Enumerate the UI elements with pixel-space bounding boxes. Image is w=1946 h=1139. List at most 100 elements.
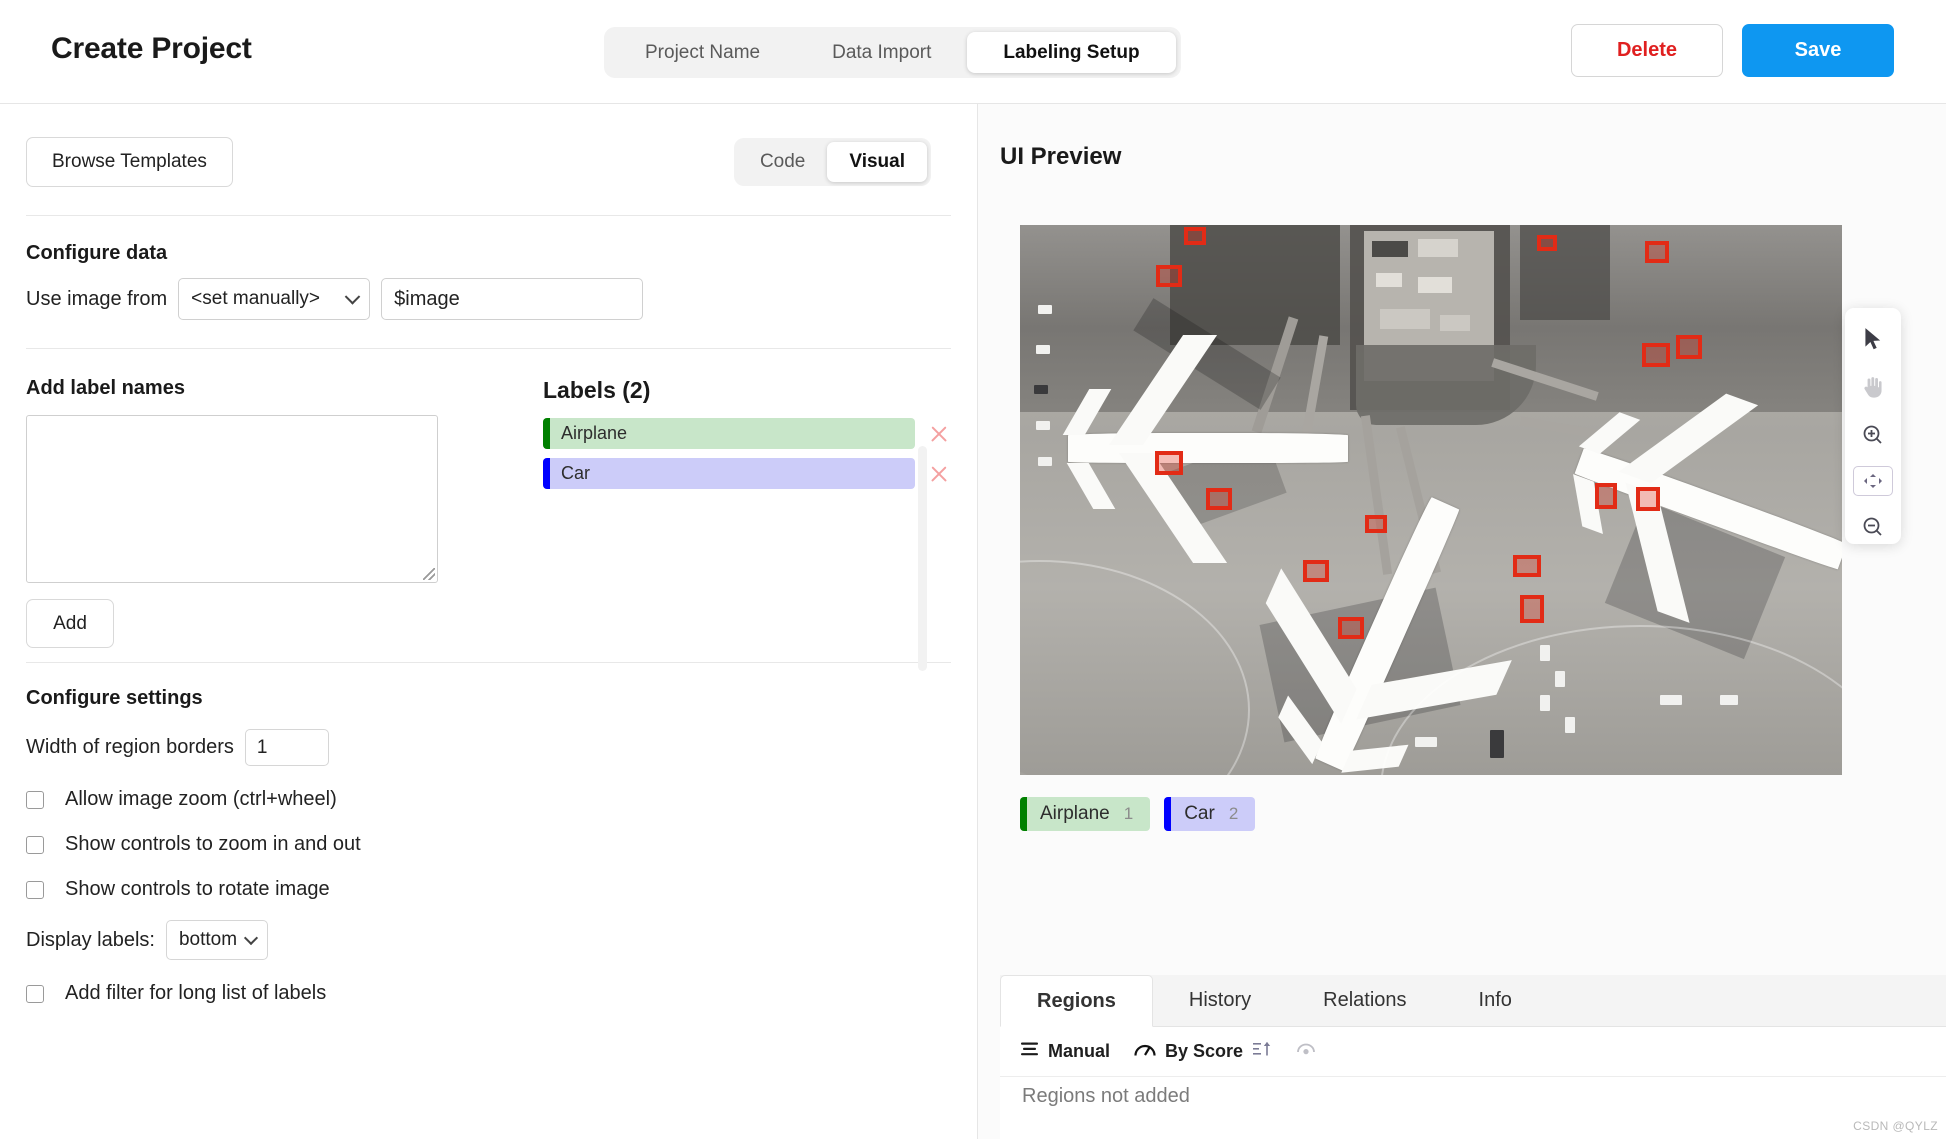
image-toolbar xyxy=(1845,308,1901,544)
browse-templates-button[interactable]: Browse Templates xyxy=(26,137,233,187)
red-marker xyxy=(1595,483,1617,509)
badge-color-swatch xyxy=(1164,797,1172,831)
save-button[interactable]: Save xyxy=(1742,24,1894,77)
badge-hotkey: 1 xyxy=(1123,804,1134,823)
hand-icon[interactable] xyxy=(1856,370,1890,404)
checkbox-add-filter-label: Add filter for long list of labels xyxy=(65,982,327,1004)
red-marker xyxy=(1303,560,1329,582)
label-names-textarea[interactable] xyxy=(26,415,438,583)
image-source-select[interactable]: <set manually> xyxy=(178,278,371,320)
checkbox-row-rotate-controls: Show controls to rotate image xyxy=(26,878,951,901)
checkbox-allow-image-zoom[interactable] xyxy=(26,790,44,809)
display-labels-value: bottom xyxy=(178,929,238,950)
red-marker xyxy=(1642,343,1670,367)
badge-hotkey: 2 xyxy=(1228,804,1239,823)
tab-info[interactable]: Info xyxy=(1443,974,1548,1026)
label-chip-car[interactable]: Car xyxy=(543,458,915,489)
toggle-option-code[interactable]: Code xyxy=(738,142,827,182)
remove-label-car-icon[interactable] xyxy=(927,462,951,486)
wing-upper xyxy=(1265,568,1357,724)
region-border-label: Width of region borders xyxy=(26,736,234,758)
tab-labeling-setup[interactable]: Labeling Setup xyxy=(967,32,1176,73)
fit-to-screen-icon[interactable] xyxy=(1853,466,1893,496)
delete-button[interactable]: Delete xyxy=(1571,24,1723,77)
label-color-swatch xyxy=(543,418,550,449)
sort-by-score-label: By Score xyxy=(1165,1041,1244,1061)
tab-history[interactable]: History xyxy=(1153,974,1287,1026)
sort-by-score-button[interactable]: By Score xyxy=(1134,1040,1272,1063)
sort-manual-label: Manual xyxy=(1048,1041,1111,1061)
templates-row: Browse Templates Code Visual xyxy=(26,104,951,187)
zoom-out-icon[interactable] xyxy=(1856,510,1890,544)
red-marker xyxy=(1513,555,1541,577)
image-value-input[interactable]: $image xyxy=(381,278,644,320)
cursor-icon[interactable] xyxy=(1856,322,1890,356)
red-marker xyxy=(1156,265,1182,287)
roof-unit xyxy=(1380,309,1430,329)
top-bar: Create Project Project Name Data Import … xyxy=(0,0,1946,104)
configure-settings-section: Configure settings Width of region borde… xyxy=(26,663,951,1005)
regions-empty-text: Regions not added xyxy=(1022,1085,1190,1107)
region-border-input[interactable]: 1 xyxy=(244,729,329,766)
results-tabs: Regions History Relations Info xyxy=(1000,975,1946,1027)
wing-upper xyxy=(1618,393,1759,484)
add-labels-button[interactable]: Add xyxy=(26,599,114,648)
chevron-down-icon xyxy=(243,930,259,946)
red-marker xyxy=(1520,595,1544,623)
checkbox-show-rotate-controls[interactable] xyxy=(26,880,44,899)
region-border-row: Width of region borders 1 xyxy=(26,729,951,766)
zoom-in-icon[interactable] xyxy=(1856,418,1890,452)
sort-manual-button[interactable]: Manual xyxy=(1020,1041,1110,1062)
label-chip-airplane[interactable]: Airplane xyxy=(543,418,915,449)
badge-car[interactable]: Car 2 xyxy=(1164,797,1256,831)
red-marker xyxy=(1365,515,1387,533)
toggle-region-visibility-button[interactable] xyxy=(1296,1041,1316,1062)
ground-vehicle xyxy=(1034,385,1048,394)
config-panel: Browse Templates Code Visual Configure d… xyxy=(0,104,978,1139)
display-labels-row: Display labels: bottom xyxy=(26,920,951,960)
labels-section: Add label names Add Labels (2) Airplane xyxy=(26,349,951,671)
tailplane-upper xyxy=(1062,389,1112,435)
display-labels-select[interactable]: bottom xyxy=(165,920,268,960)
checkbox-add-filter[interactable] xyxy=(26,984,44,1003)
roof-unit xyxy=(1376,273,1402,287)
configure-data-title: Configure data xyxy=(26,242,168,264)
display-labels-label: Display labels: xyxy=(26,928,155,951)
tab-data-import[interactable]: Data Import xyxy=(796,32,967,73)
add-label-names-title: Add label names xyxy=(26,377,185,399)
configure-data-section: Configure data Use image from <set manua… xyxy=(26,216,951,320)
toggle-option-visual[interactable]: Visual xyxy=(827,142,927,182)
remove-label-airplane-icon[interactable] xyxy=(927,422,951,446)
wing-upper xyxy=(1108,335,1218,445)
red-marker xyxy=(1155,451,1183,475)
ui-preview-title: UI Preview xyxy=(1000,143,1122,170)
regions-sort-bar: Manual By Score xyxy=(1000,1027,1946,1077)
terminal-building-curve xyxy=(1356,345,1536,425)
use-image-from-label: Use image from xyxy=(26,287,168,310)
preview-image[interactable] xyxy=(1020,225,1842,775)
checkbox-row-allow-zoom: Allow image zoom (ctrl+wheel) xyxy=(26,788,951,811)
sort-order-ascending-icon[interactable] xyxy=(1252,1040,1272,1063)
tab-project-name[interactable]: Project Name xyxy=(609,32,796,73)
chevron-down-icon xyxy=(344,289,361,305)
ground-vehicle xyxy=(1036,345,1050,354)
tab-regions[interactable]: Regions xyxy=(1000,975,1153,1027)
label-row-car: Car xyxy=(543,458,951,489)
label-row-airplane: Airplane xyxy=(543,418,951,449)
resize-grip-icon[interactable] xyxy=(423,568,435,580)
use-image-from-row: Use image from <set manually> $image xyxy=(26,278,951,320)
checkbox-show-zoom-controls[interactable] xyxy=(26,835,44,854)
badge-airplane[interactable]: Airplane 1 xyxy=(1020,797,1151,831)
image-source-select-value: <set manually> xyxy=(191,288,321,309)
roof-unit xyxy=(1418,239,1458,257)
header-actions: Delete Save xyxy=(1571,24,1894,77)
labels-list-block: Labels (2) Airplane Car xyxy=(441,377,951,671)
red-marker xyxy=(1338,617,1364,639)
checkbox-row-filter: Add filter for long list of labels xyxy=(26,982,951,1005)
labels-scrollbar[interactable] xyxy=(918,446,927,671)
configure-settings-title: Configure settings xyxy=(26,687,203,709)
add-label-names-block: Add label names Add xyxy=(26,377,441,648)
tailplane-upper xyxy=(1578,412,1641,454)
tab-relations[interactable]: Relations xyxy=(1287,974,1442,1026)
wizard-tabs: Project Name Data Import Labeling Setup xyxy=(604,27,1181,78)
